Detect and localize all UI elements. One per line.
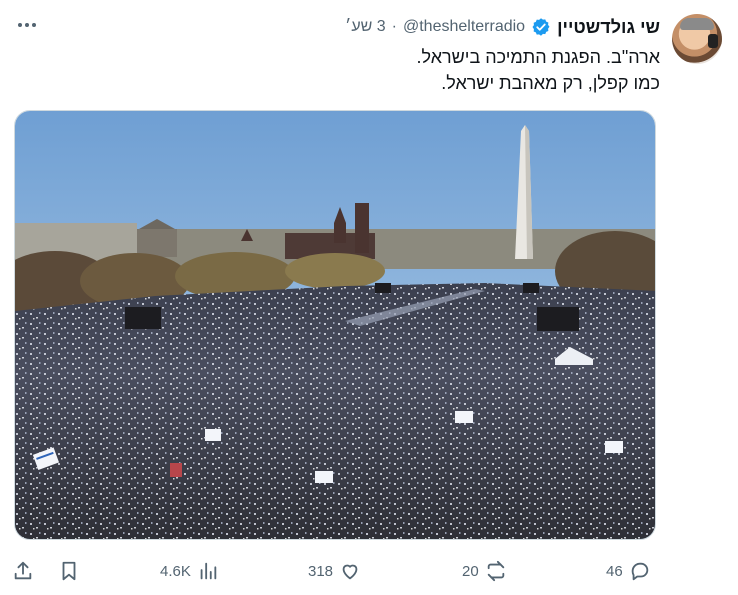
bookmark-button[interactable]: [58, 556, 80, 586]
avatar[interactable]: [672, 14, 722, 64]
more-dots-icon[interactable]: [14, 12, 40, 38]
tweet-time[interactable]: 3 שע׳: [345, 18, 386, 36]
heart-icon: [342, 564, 358, 580]
retweet-button[interactable]: 20: [462, 556, 507, 586]
author-name[interactable]: שי גולדשטיין: [557, 17, 660, 38]
share-button[interactable]: [12, 556, 34, 586]
tweet-text-line: כמו קפלן, רק מאהבת ישראל.: [441, 73, 660, 93]
like-count: 318: [308, 562, 334, 580]
share-icon: [14, 561, 32, 580]
tweet-text-line: ארה"ב. הפגנת התמיכה בישראל.: [416, 47, 660, 67]
retweet-icon: [487, 560, 504, 582]
tweet-text: ארה"ב. הפגנת התמיכה בישראל. כמו קפלן, רק…: [60, 44, 660, 96]
header-separator: ·: [391, 18, 397, 35]
views-bar-icon: [200, 562, 217, 580]
avatar-cap: [680, 18, 714, 30]
reply-count: 46: [606, 562, 623, 580]
headphones-icon: [708, 34, 718, 48]
retweet-count: 20: [462, 562, 479, 580]
bookmark-icon: [62, 561, 76, 581]
views-count: 4.6K: [160, 562, 191, 580]
tweet-photo[interactable]: [14, 110, 656, 540]
verified-badge-icon: [532, 18, 550, 36]
tweet-actions: 4.6K 318 20 46: [0, 556, 738, 586]
reply-button[interactable]: 46: [606, 556, 651, 586]
views-button[interactable]: 4.6K: [160, 556, 219, 586]
reply-icon: [631, 562, 648, 581]
like-button[interactable]: 318: [308, 556, 361, 586]
author-handle[interactable]: @theshelterradio: [403, 18, 525, 36]
crowd-rally-photo: [15, 111, 655, 539]
tweet-header: שי גולדשטיין @theshelterradio · 3 שע׳: [345, 14, 660, 40]
